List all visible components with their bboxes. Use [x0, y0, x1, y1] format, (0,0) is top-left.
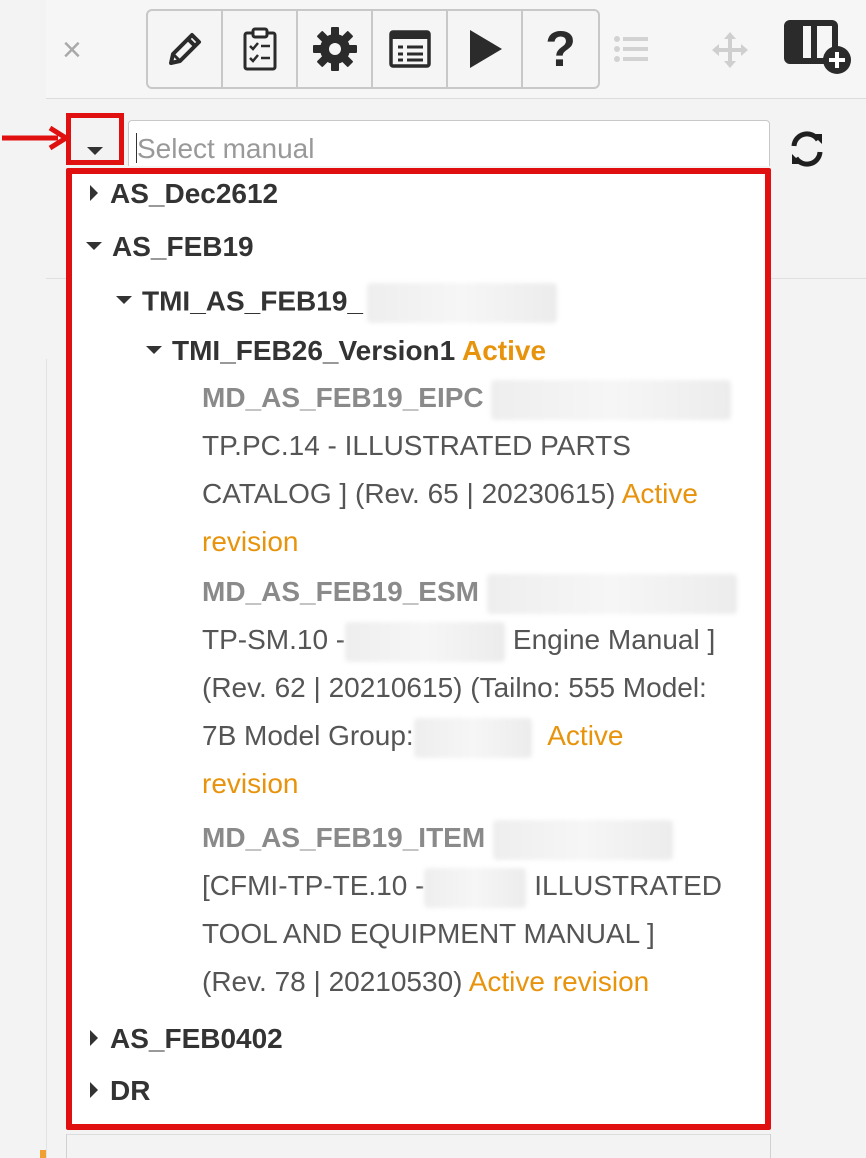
- redacted-text: [413, 717, 532, 758]
- redacted-text: [491, 379, 732, 420]
- caret-right-icon[interactable]: [90, 1081, 98, 1098]
- active-revision-label: Active: [621, 478, 698, 509]
- active-revision-label: revision: [202, 526, 299, 557]
- manual-title-line: Engine Manual ]: [512, 624, 716, 655]
- move-arrows-icon: [712, 32, 748, 68]
- tree-node-dr[interactable]: DR: [90, 1075, 150, 1107]
- settings-button[interactable]: [298, 11, 373, 87]
- refresh-icon[interactable]: [788, 130, 826, 168]
- tree-node-as-dec2612[interactable]: AS_Dec2612: [90, 178, 278, 210]
- list-document-icon: [388, 30, 431, 68]
- edit-button[interactable]: [148, 11, 223, 87]
- tree-node-label: DR: [110, 1075, 151, 1106]
- manual-title-line: TP-SM.10 -: [202, 624, 346, 655]
- tree-node-label: TMI_AS_FEB19_: [142, 285, 363, 317]
- redacted-text: [345, 621, 506, 662]
- left-panel-strip: [0, 0, 47, 1158]
- help-button[interactable]: ?: [523, 11, 598, 87]
- redacted-text: [492, 819, 673, 860]
- manual-title-line: [CFMI-TP-TE.10 -: [202, 870, 425, 901]
- clipboard-checklist-icon: [243, 27, 276, 71]
- play-button[interactable]: [448, 11, 523, 87]
- caret-right-icon[interactable]: [90, 1029, 98, 1046]
- manual-revision-line: (Rev. 78 | 20210530): [202, 966, 463, 997]
- tree-node-label: TMI_FEB26_Version1: [172, 335, 456, 366]
- manual-revision-line: (Rev. 62 | 20210615) (Tailno: 555 Model:: [202, 672, 707, 703]
- add-panel-icon[interactable]: [784, 20, 858, 76]
- divider: [66, 1134, 771, 1135]
- manual-item-esm[interactable]: MD_AS_FEB19_ESM TP-SM.10 - Engine Manual…: [202, 568, 765, 808]
- document-list-button[interactable]: [373, 11, 448, 87]
- tree-node-tmi-feb26-version1[interactable]: TMI_FEB26_Version1 Active: [146, 335, 546, 367]
- red-arrow-annotation: [2, 125, 69, 151]
- caret-down-icon[interactable]: [146, 345, 162, 354]
- manual-title-line: TOOL AND EQUIPMENT MANUAL ]: [202, 918, 655, 949]
- search-placeholder: Select manual: [137, 133, 315, 164]
- manual-model-group: 7B Model Group:: [202, 720, 414, 751]
- manual-revision-line: CATALOG ] (Rev. 65 | 20230615): [202, 478, 616, 509]
- tree-node-label: AS_FEB19: [112, 231, 254, 262]
- gear-icon: [312, 27, 357, 71]
- divider: [66, 1134, 67, 1158]
- active-revision-label: Active revision: [468, 966, 650, 997]
- divider: [770, 1134, 771, 1158]
- close-icon[interactable]: ×: [62, 30, 82, 70]
- manual-search-input[interactable]: Select manual: [128, 120, 770, 166]
- tree-node-as-feb19[interactable]: AS_FEB19: [86, 231, 254, 263]
- checklist-button[interactable]: [223, 11, 298, 87]
- play-icon: [469, 30, 502, 68]
- manual-code: MD_AS_FEB19_ITEM: [202, 822, 486, 853]
- redacted-text: [424, 867, 527, 908]
- pencil-icon: [168, 33, 201, 65]
- manual-code: MD_AS_FEB19_EIPC: [202, 382, 484, 413]
- manual-code: MD_AS_FEB19_ESM: [202, 576, 479, 607]
- tree-node-as-feb0402[interactable]: AS_FEB0402: [90, 1023, 283, 1055]
- manual-title-line: TP.PC.14 - ILLUSTRATED PARTS: [202, 430, 631, 461]
- redacted-text: [486, 573, 737, 614]
- text-cursor: [136, 133, 137, 163]
- tree-node-label: AS_Dec2612: [110, 178, 279, 209]
- list-icon: [614, 36, 648, 62]
- manual-item-item[interactable]: MD_AS_FEB19_ITEM [CFMI-TP-TE.10 - ILLUST…: [202, 814, 765, 1006]
- help-question-icon: ?: [545, 21, 576, 77]
- tree-node-tmi-as-feb19[interactable]: TMI_AS_FEB19_: [116, 283, 557, 323]
- active-revision-label: Active: [547, 720, 624, 751]
- left-marker: [40, 1150, 46, 1158]
- tree-node-label: AS_FEB0402: [110, 1023, 283, 1054]
- redacted-text: [366, 283, 557, 323]
- caret-down-icon[interactable]: [86, 241, 102, 250]
- dropdown-toggle-button[interactable]: [66, 113, 124, 165]
- active-revision-label: revision: [202, 768, 299, 799]
- chevron-down-icon: [87, 147, 103, 155]
- caret-down-icon[interactable]: [116, 296, 132, 304]
- toolbar-button-group: ?: [146, 9, 600, 89]
- status-badge: Active: [461, 335, 547, 366]
- manual-item-eipc[interactable]: MD_AS_FEB19_EIPC TP.PC.14 - ILLUSTRATED …: [202, 374, 765, 566]
- manual-tree-dropdown: AS_Dec2612 AS_FEB19 TMI_AS_FEB19_ TMI_FE…: [66, 168, 771, 1130]
- caret-right-icon[interactable]: [90, 184, 98, 201]
- manual-title-line: ILLUSTRATED: [534, 870, 722, 901]
